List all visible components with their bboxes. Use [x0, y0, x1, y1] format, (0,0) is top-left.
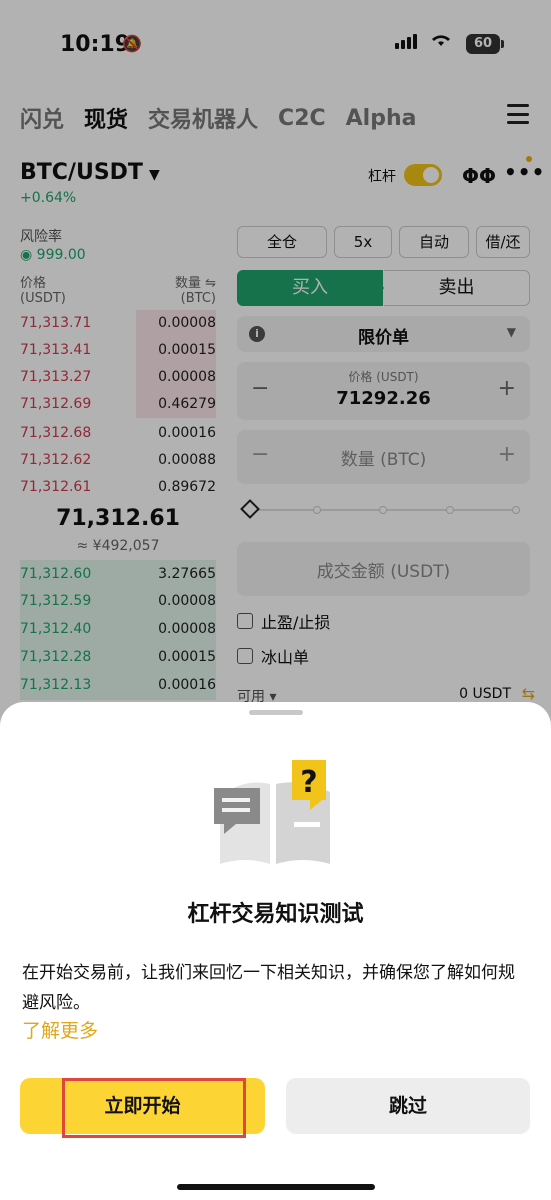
svg-text:?: ?	[300, 765, 317, 800]
sheet-description: 在开始交易前，让我们来回忆一下相关知识，并确保您了解如何规避风险。	[22, 963, 515, 1013]
highlight-box	[62, 1078, 246, 1138]
sheet-drag-handle[interactable]	[249, 710, 303, 715]
leverage-quiz-sheet: ? 杠杆交易知识测试 在开始交易前，让我们来回忆一下相关知识，并确保您了解如何规…	[0, 702, 551, 1200]
home-indicator	[177, 1184, 375, 1190]
quiz-book-illustration: ?	[214, 760, 330, 864]
sheet-title: 杠杆交易知识测试	[187, 902, 364, 927]
skip-button[interactable]: 跳过	[286, 1078, 530, 1134]
learn-more-link[interactable]: 了解更多	[22, 1016, 98, 1043]
